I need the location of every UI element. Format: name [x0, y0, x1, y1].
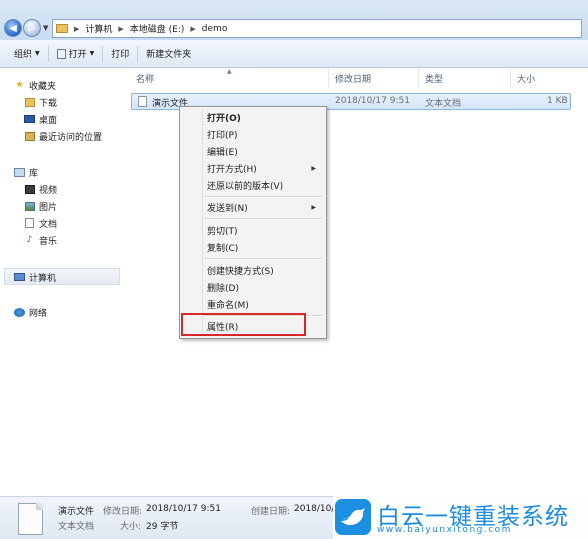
- column-header-size[interactable]: 大小: [511, 68, 571, 88]
- details-modified-label: 修改日期:: [103, 507, 143, 517]
- nav-recent-label: 最近访问的位置: [39, 132, 103, 143]
- column-header-type[interactable]: 类型: [419, 68, 511, 88]
- open-button[interactable]: 打开 ▼: [49, 47, 103, 60]
- nav-computer-label: 计算机: [29, 273, 57, 284]
- properties-highlight-box: [181, 313, 306, 336]
- menu-item-delete[interactable]: 删除(D): [207, 280, 322, 295]
- nav-pictures-label: 图片: [39, 202, 58, 213]
- watermark: 白云一键重装系统 www.baiyunxitong.com: [333, 496, 588, 539]
- menu-item-create-shortcut[interactable]: 创建快捷方式(S): [207, 263, 322, 278]
- arrow-left-icon: ◀: [9, 22, 17, 34]
- menu-item-open-with[interactable]: 打开方式(H) ▶: [207, 161, 322, 176]
- nav-downloads[interactable]: 下载: [24, 95, 57, 109]
- nav-downloads-label: 下载: [39, 98, 58, 109]
- organize-label: 组织: [14, 50, 33, 60]
- details-size-value: 29 字节: [146, 522, 179, 532]
- nav-videos[interactable]: 视频: [24, 182, 57, 196]
- nav-documents[interactable]: 文档: [24, 216, 57, 230]
- arrow-right-icon: ▶: [28, 22, 36, 34]
- menu-item-edit[interactable]: 编辑(E): [207, 144, 322, 159]
- recent-pages-dropdown[interactable]: ▼: [43, 24, 48, 32]
- network-icon: [14, 307, 25, 317]
- desktop-icon: [24, 114, 35, 124]
- details-modified-value: 2018/10/17 9:51: [146, 504, 221, 514]
- nav-libraries[interactable]: 库: [14, 165, 38, 179]
- nav-favorites[interactable]: ★ 收藏夹: [14, 78, 56, 92]
- forward-button[interactable]: ▶: [23, 19, 41, 37]
- column-header-modified[interactable]: 修改日期: [329, 68, 419, 88]
- details-file-type: 文本文档: [58, 522, 95, 532]
- bird-logo-icon: [335, 499, 371, 535]
- document-icon: [24, 218, 35, 228]
- back-button[interactable]: ◀: [4, 19, 22, 37]
- command-bar: 组织 ▼ 打开 ▼ 打印 新建文件夹: [0, 40, 588, 68]
- text-document-icon: [18, 503, 43, 535]
- nav-desktop[interactable]: 桌面: [24, 112, 57, 126]
- menu-separator: [204, 258, 322, 260]
- nav-favorites-label: 收藏夹: [29, 81, 57, 92]
- music-note-icon: ♪: [26, 234, 33, 245]
- chevron-down-icon: ▼: [89, 50, 95, 57]
- open-icon: [56, 48, 66, 59]
- breadcrumb-drive[interactable]: 本地磁盘 (E:): [130, 22, 185, 35]
- nav-desktop-label: 桌面: [39, 115, 58, 126]
- nav-computer[interactable]: 计算机: [14, 270, 56, 284]
- nav-recent[interactable]: 最近访问的位置: [24, 129, 102, 143]
- breadcrumb-demo[interactable]: demo: [202, 24, 228, 34]
- recent-places-icon: [24, 131, 35, 141]
- chevron-right-icon[interactable]: ▶: [74, 25, 79, 33]
- menu-item-restore[interactable]: 还原以前的版本(V): [207, 178, 322, 193]
- menu-separator: [204, 196, 322, 198]
- video-icon: [24, 184, 35, 194]
- details-created-label: 创建日期:: [251, 507, 291, 517]
- navigation-pane: ★ 收藏夹 下载 桌面 最近访问的位置 库 视频 图片 文档 ♪ 音乐 计算机 …: [0, 68, 124, 496]
- menu-item-open-with-label: 打开方式(H): [207, 165, 257, 175]
- nav-music[interactable]: ♪ 音乐: [24, 233, 57, 247]
- downloads-folder-icon: [24, 97, 35, 107]
- menu-item-cut[interactable]: 剪切(T): [207, 223, 322, 238]
- text-document-icon: [138, 96, 147, 107]
- computer-icon: [14, 272, 25, 282]
- chevron-right-icon[interactable]: ▶: [118, 25, 123, 33]
- chevron-down-icon: ▼: [35, 50, 40, 57]
- nav-network[interactable]: 网络: [14, 305, 47, 319]
- address-row: ◀ ▶ ▼ ▶ 计算机 ▶ 本地磁盘 (E:) ▶ demo: [0, 0, 588, 40]
- nav-music-label: 音乐: [39, 236, 58, 247]
- library-icon: [14, 167, 25, 177]
- print-button[interactable]: 打印: [103, 47, 137, 60]
- menu-item-send-to[interactable]: 发送到(N) ▶: [207, 200, 322, 215]
- details-size-label: 大小:: [120, 522, 142, 532]
- chevron-right-icon[interactable]: ▶: [190, 25, 195, 33]
- column-header-name[interactable]: 名称: [130, 68, 329, 88]
- star-icon: ★: [15, 79, 24, 90]
- address-bar[interactable]: ▶ 计算机 ▶ 本地磁盘 (E:) ▶ demo: [52, 19, 582, 38]
- nav-pictures[interactable]: 图片: [24, 199, 57, 213]
- folder-icon: [56, 24, 68, 33]
- picture-icon: [24, 201, 35, 211]
- file-size: 1 KB: [547, 96, 568, 106]
- open-label: 打开: [68, 50, 87, 60]
- submenu-arrow-icon: ▶: [311, 204, 316, 211]
- menu-item-copy[interactable]: 复制(C): [207, 240, 322, 255]
- file-type: 文本文档: [425, 99, 462, 109]
- breadcrumb-computer[interactable]: 计算机: [85, 22, 112, 35]
- menu-separator: [204, 218, 322, 220]
- details-file-name: 演示文件: [58, 507, 95, 517]
- menu-item-open[interactable]: 打开(O): [207, 110, 322, 125]
- nav-documents-label: 文档: [39, 219, 58, 230]
- submenu-arrow-icon: ▶: [311, 165, 316, 172]
- watermark-url: www.baiyunxitong.com: [377, 525, 512, 535]
- context-menu: 打开(O) 打印(P) 编辑(E) 打开方式(H) ▶ 还原以前的版本(V) 发…: [179, 106, 327, 339]
- menu-gutter: [202, 109, 203, 336]
- nav-libraries-label: 库: [29, 168, 39, 179]
- menu-item-send-to-label: 发送到(N): [207, 204, 248, 214]
- menu-item-print[interactable]: 打印(P): [207, 127, 322, 142]
- nav-videos-label: 视频: [39, 185, 58, 196]
- organize-button[interactable]: 组织 ▼: [0, 47, 48, 60]
- file-modified: 2018/10/17 9:51: [335, 96, 410, 106]
- menu-item-rename[interactable]: 重命名(M): [207, 297, 322, 312]
- nav-network-label: 网络: [29, 308, 48, 319]
- new-folder-button[interactable]: 新建文件夹: [138, 47, 199, 60]
